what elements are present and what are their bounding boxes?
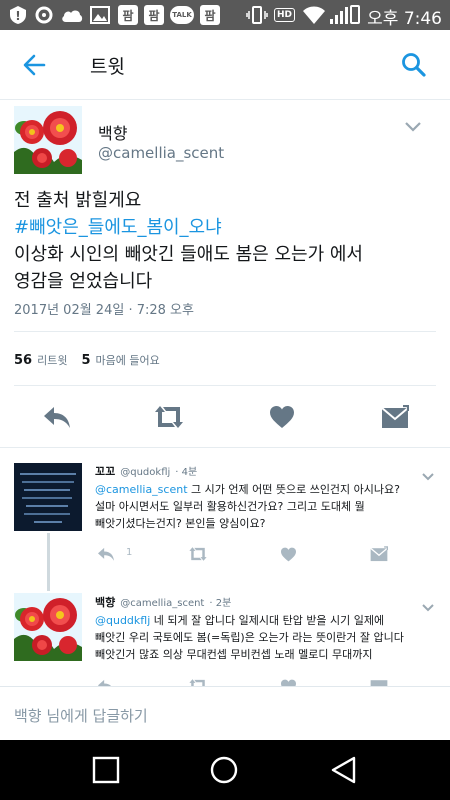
- reply-author-handle: @qudokflj: [120, 467, 171, 478]
- chevron-down-icon[interactable]: [404, 118, 422, 132]
- avatar[interactable]: [14, 463, 82, 531]
- search-icon[interactable]: [401, 52, 427, 78]
- tweet-hashtag[interactable]: #빼앗은_들에도_봄이_오냐: [14, 214, 222, 241]
- reply-text-line-3: 빼앗기셨다는건지? 본인들 양심이요?: [95, 517, 266, 530]
- reply-mention[interactable]: @camellia_scent: [95, 483, 188, 496]
- reply-text: @camellia_scent 그 시가 언제 어떤 뜻으로 쓰인건지 아시나요…: [95, 481, 440, 532]
- reply-action-row: [0, 676, 450, 686]
- retweet-icon[interactable]: [187, 546, 209, 562]
- reply-text-line-2: 빼앗긴 우리 국토에도 봄(=독립)은 오는가 라는 뜻이란거 잘 압니다: [95, 631, 404, 644]
- like-icon[interactable]: [269, 405, 295, 429]
- reply-icon[interactable]: [96, 546, 116, 562]
- tweet-author-name[interactable]: 백향: [98, 120, 127, 144]
- app-badge: 팜: [144, 5, 164, 25]
- reply-time: · 4분: [175, 467, 198, 478]
- app-icon: 팜: [200, 5, 220, 25]
- navigation-bar: [0, 740, 450, 800]
- reply-author-handle: @camellia_scent: [120, 598, 205, 609]
- like-icon[interactable]: [280, 679, 297, 686]
- section-separator: [0, 447, 450, 448]
- tweet-author-handle[interactable]: @camellia_scent: [98, 144, 224, 162]
- reply-text: @quddkflj 네 되게 잘 압니다 일제시대 탄압 받을 시기 일제에 빼…: [95, 612, 445, 663]
- divider: [14, 385, 436, 386]
- retweet-icon[interactable]: [152, 404, 186, 430]
- chevron-down-icon[interactable]: [421, 598, 435, 612]
- warning-icon: !: [8, 5, 28, 25]
- like-label: 마음에 들어요: [95, 354, 160, 367]
- app-icon: 팜: [118, 5, 138, 25]
- app-bar: 트윗: [0, 30, 450, 100]
- reply-icon[interactable]: [42, 404, 72, 430]
- svg-text:!: !: [15, 9, 20, 23]
- reply-icon[interactable]: [96, 678, 116, 686]
- hd-icon: HD: [274, 5, 296, 25]
- app-badge: 팜: [118, 5, 138, 25]
- tweet-line-4: 영감을 얻었습니다: [14, 271, 153, 292]
- reply-text-line-1: 네 되게 잘 압니다 일제시대 탄압 받을 시기 일제에: [150, 614, 385, 627]
- retweet-count: 56: [14, 353, 33, 368]
- chevron-down-icon[interactable]: [421, 467, 435, 481]
- like-icon[interactable]: [280, 547, 297, 562]
- page-title: 트윗: [90, 56, 125, 78]
- tweet-line-1: 전 출처 밝힐게요: [14, 190, 142, 211]
- vibrate-icon: [246, 5, 268, 25]
- hd-label: HD: [274, 8, 296, 22]
- back-icon[interactable]: [330, 756, 358, 784]
- signal-icon: [330, 7, 348, 24]
- wifi-icon: [302, 5, 326, 25]
- reply-mention[interactable]: @quddkflj: [95, 614, 150, 627]
- talk-icon: TALK: [170, 5, 194, 25]
- app-badge: 팜: [200, 5, 220, 25]
- reply-author-name: 꼬꼬: [95, 465, 116, 478]
- direct-message-icon[interactable]: [370, 546, 389, 562]
- gallery-icon: [90, 5, 110, 25]
- reply-count: 1: [126, 547, 133, 558]
- talk-badge: TALK: [170, 6, 194, 24]
- reply-compose-bar[interactable]: 백향 님에게 답글하기: [0, 686, 450, 740]
- reply-text-line-1: 그 시가 언제 어떤 뜻으로 쓰인건지 아시나요?: [187, 483, 400, 496]
- reply-time: · 2분: [209, 598, 232, 609]
- status-time: 오후 7:46: [367, 9, 442, 29]
- battery-icon: [350, 5, 360, 24]
- home-icon[interactable]: [210, 756, 238, 784]
- settings-icon: [34, 5, 54, 25]
- reply-text-line-3: 빼앗긴거 많죠 의상 무대컨셉 무비컨셉 노래 멜로디 무대까지: [95, 648, 373, 661]
- reply-author-name: 백향: [95, 596, 116, 609]
- divider: [14, 331, 436, 332]
- retweet-stats[interactable]: 56 리트윗 5 마음에 들어요: [14, 352, 160, 368]
- avatar[interactable]: [14, 106, 82, 174]
- reply-header[interactable]: 꼬꼬 @qudokflj · 4분: [95, 463, 197, 479]
- cloud-icon: [60, 5, 84, 25]
- reply-input[interactable]: 백향 님에게 답글하기: [14, 705, 148, 726]
- tweet-line-3: 이상화 시인의 빼앗긴 들애도 봄은 오는가 에서: [14, 244, 363, 265]
- like-count: 5: [81, 353, 91, 368]
- status-bar: ! 팜 팜 TALK 팜 HD 오후 7:46: [0, 0, 450, 30]
- retweet-label: 리트윗: [37, 354, 68, 367]
- tweet-timestamp: 2017년 02월 24일 · 7:28 오후: [14, 303, 194, 318]
- retweet-icon[interactable]: [187, 678, 209, 686]
- app-icon: 팜: [144, 5, 164, 25]
- recent-apps-icon[interactable]: [92, 756, 120, 784]
- thread-line: [47, 533, 50, 591]
- avatar[interactable]: [14, 593, 82, 661]
- back-arrow-icon[interactable]: [22, 52, 48, 78]
- reply-text-line-2: 설마 아시면서도 일부러 활용하신건가요? 그리고 도대체 뭘: [95, 500, 365, 513]
- direct-message-icon[interactable]: [381, 404, 410, 429]
- reply-header[interactable]: 백향 @camellia_scent · 2분: [95, 594, 231, 610]
- direct-message-icon[interactable]: [370, 678, 388, 686]
